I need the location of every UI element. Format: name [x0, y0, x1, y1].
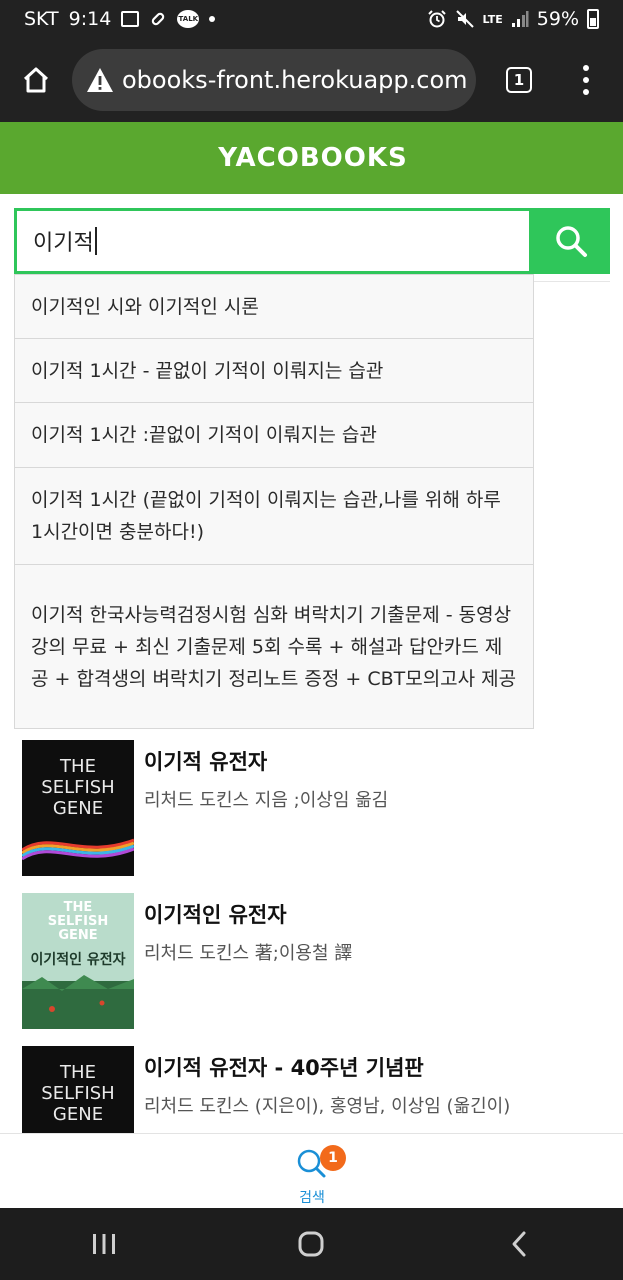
- tab-switcher-button[interactable]: 1: [477, 38, 561, 122]
- address-bar[interactable]: obooks-front.herokuapp.com: [72, 49, 476, 111]
- book-item[interactable]: THE SELFISH GENE 이기적인 유전자 이기적인 유전자 리처드 도…: [22, 893, 602, 1029]
- search-form: 이기적: [14, 208, 610, 274]
- text-caret: [94, 227, 97, 255]
- carrier-label: SKT: [24, 8, 59, 30]
- url-text: obooks-front.herokuapp.com: [122, 66, 468, 94]
- home-nav-button[interactable]: [271, 1214, 351, 1274]
- kakaotalk-notification-icon: TALK: [177, 10, 200, 28]
- signal-icon: [511, 10, 529, 28]
- suggestion-item[interactable]: 이기적 1시간 :끝없이 기적이 이뤄지는 습관: [15, 403, 533, 468]
- tab-search[interactable]: 1 검색: [282, 1142, 346, 1206]
- status-bar: SKT 9:14 TALK LTE 59%: [0, 0, 623, 38]
- link-notification-icon: [149, 10, 167, 28]
- mute-icon: [455, 9, 475, 29]
- gallery-notification-icon: [121, 11, 140, 27]
- network-type-label: LTE: [482, 12, 503, 26]
- tab-count: 1: [506, 67, 532, 93]
- back-button[interactable]: [479, 1214, 559, 1274]
- search-button[interactable]: [531, 208, 610, 274]
- book-cover: THE SELFISH GENE: [22, 740, 134, 876]
- suggestion-item[interactable]: 이기적 한국사능력검정시험 심화 벼락치기 기출문제 - 동영상 강의 무료 +…: [15, 565, 533, 728]
- tab-search-label: 검색: [299, 1190, 325, 1206]
- recent-apps-button[interactable]: [64, 1214, 144, 1274]
- site-logo[interactable]: YACOBOOKS: [172, 122, 454, 194]
- recent-apps-icon: [92, 1234, 115, 1254]
- battery-percent: 59%: [536, 8, 579, 30]
- browser-menu-button[interactable]: [561, 38, 611, 122]
- suggestion-item[interactable]: 이기적 1시간 - 끝없이 기적이 이뤄지는 습관: [15, 339, 533, 403]
- clock: 9:14: [68, 8, 112, 30]
- browser-toolbar: obooks-front.herokuapp.com 1: [0, 38, 623, 122]
- site-header: YACOBOOKS: [0, 122, 623, 194]
- back-icon: [512, 1231, 526, 1257]
- book-cover: THE SELFISH GENE 이기적인 유전자: [22, 893, 134, 1029]
- search-icon: [555, 226, 587, 257]
- suggestion-item[interactable]: 이기적인 시와 이기적인 시론: [15, 275, 533, 339]
- home-button[interactable]: [0, 38, 72, 122]
- book-author: 리처드 도킨스 (지은이), 홍영남, 이상임 (옮긴이): [144, 1096, 511, 1117]
- warning-icon: [87, 68, 113, 92]
- book-title: 이기적 유전자: [144, 750, 268, 774]
- book-title: 이기적 유전자 - 40주년 기념판: [144, 1056, 424, 1080]
- more-notifications-dot-icon: [209, 16, 216, 22]
- battery-icon: [587, 9, 599, 29]
- search-query: 이기적: [33, 231, 94, 256]
- search-input[interactable]: 이기적: [14, 208, 532, 274]
- book-title: 이기적인 유전자: [144, 903, 287, 927]
- suggestion-item[interactable]: 이기적 1시간 (끝없이 기적이 이뤄지는 습관,나를 위해 하루 1시간이면 …: [15, 468, 533, 565]
- book-item[interactable]: THE SELFISH GENE 이기적 유전자 리처드 도킨스 지음 ;이상임…: [22, 740, 602, 876]
- alarm-icon: [427, 9, 447, 29]
- system-nav-bar: [0, 1208, 623, 1280]
- home-icon: [23, 67, 49, 93]
- bottom-tab-bar: 1 검색: [0, 1133, 623, 1208]
- book-author: 리처드 도킨스 지음 ;이상임 옮김: [144, 790, 389, 811]
- autocomplete-dropdown: 이기적인 시와 이기적인 시론 이기적 1시간 - 끝없이 기적이 이뤄지는 습…: [14, 274, 534, 729]
- book-author: 리처드 도킨스 著;이용철 譯: [144, 943, 353, 964]
- notification-badge: 1: [320, 1145, 346, 1171]
- home-circle-icon: [298, 1231, 324, 1257]
